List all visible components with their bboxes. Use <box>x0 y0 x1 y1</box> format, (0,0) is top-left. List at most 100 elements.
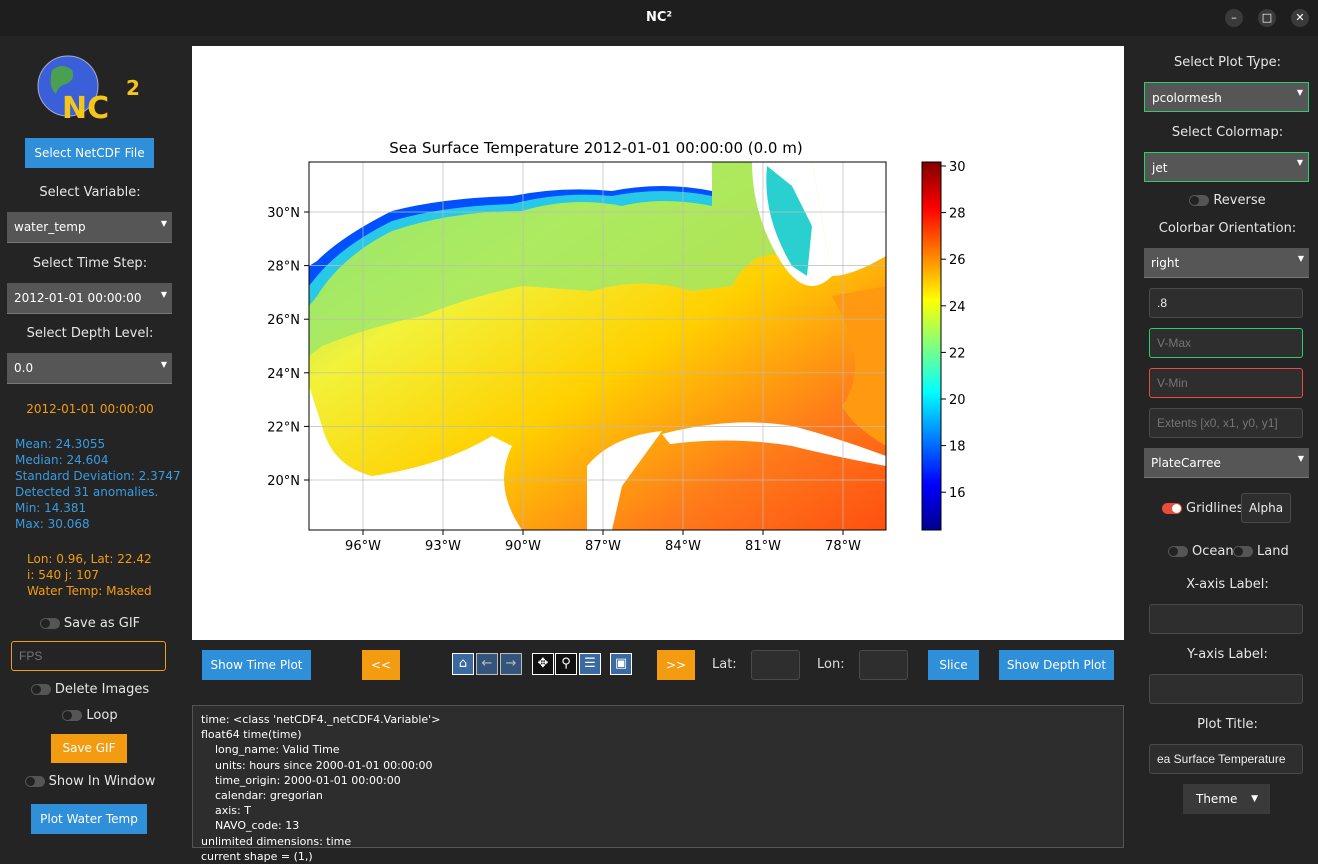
lon-tick-label: 87°W <box>585 539 621 554</box>
delete-images-label: Delete Images <box>54 682 150 697</box>
time-value: 2012-01-01 00:00:00 <box>14 291 142 305</box>
colorbar <box>921 161 942 531</box>
toggle-switch[interactable] <box>24 776 45 787</box>
toggle-switch[interactable] <box>1168 546 1188 557</box>
lat-tick-label: 26°N <box>267 313 300 328</box>
projection-value: PlateCarree <box>1151 456 1221 470</box>
save-gif-toggle[interactable]: Save as GIF <box>0 616 180 631</box>
alpha-input[interactable] <box>1149 288 1303 318</box>
dropdown-arrow-icon: ▼ <box>1297 454 1304 463</box>
close-button[interactable]: ✕ <box>1291 9 1309 27</box>
orientation-value: right <box>1151 256 1180 270</box>
show-time-plot-button[interactable]: Show Time Plot <box>202 650 311 680</box>
cursor-ij: i: 540 j: 107 <box>27 568 100 582</box>
reverse-toggle[interactable]: Reverse <box>1140 193 1315 208</box>
dropdown-arrow-icon: ▼ <box>160 360 167 369</box>
statistics: Mean: 24.3055 Median: 24.604 Standard De… <box>15 436 181 532</box>
depth-value: 0.0 <box>14 361 34 375</box>
toggle-switch[interactable] <box>1162 503 1182 514</box>
toggle-switch[interactable] <box>1189 195 1210 206</box>
lon-tick-label: 93°W <box>425 539 461 554</box>
land-toggle[interactable]: Land <box>1233 544 1289 559</box>
pan-icon[interactable]: ✥ <box>532 653 554 675</box>
configure-icon[interactable]: ☰ <box>579 653 601 675</box>
show-depth-plot-button[interactable]: Show Depth Plot <box>999 650 1114 680</box>
dropdown-arrow-icon: ▼ <box>160 290 167 299</box>
theme-label: Theme <box>1196 792 1238 806</box>
lon-input[interactable] <box>859 650 908 680</box>
gridlines-label: Gridlines <box>1186 501 1244 516</box>
vmin-input[interactable] <box>1149 368 1303 398</box>
select-depth-label: Select Depth Level: <box>26 326 154 341</box>
orientation-label: Colorbar Orientation: <box>1158 221 1297 236</box>
extents-input[interactable] <box>1149 408 1303 438</box>
sst-field <box>309 162 886 530</box>
projection-dropdown[interactable]: PlateCarree ▼ <box>1144 448 1309 478</box>
toggle-switch[interactable] <box>39 618 60 629</box>
lat-input[interactable] <box>751 650 800 680</box>
back-icon[interactable]: ← <box>476 653 498 675</box>
loop-label: Loop <box>86 708 118 723</box>
stat-std: Standard Deviation: 2.3747 <box>15 469 181 483</box>
loop-toggle[interactable]: Loop <box>0 708 180 723</box>
dropdown-arrow-icon: ▼ <box>160 219 167 228</box>
ocean-toggle[interactable]: Ocean <box>1168 544 1234 559</box>
colorbar-tick-label: 22 <box>949 346 966 361</box>
show-in-window-toggle[interactable]: Show In Window <box>0 774 180 789</box>
stat-mean: Mean: 24.3055 <box>15 437 106 451</box>
plot-title: Sea Surface Temperature 2012-01-01 00:00… <box>389 139 802 157</box>
previous-button[interactable]: << <box>362 650 400 680</box>
theme-menu-button[interactable]: Theme ▼ <box>1183 784 1270 814</box>
plot-title-label: Plot Title: <box>1197 717 1258 732</box>
lon-tick-label: 84°W <box>665 539 701 554</box>
select-variable-label: Select Variable: <box>39 185 141 200</box>
plot-water-temp-button[interactable]: Plot Water Temp <box>31 804 147 834</box>
gridlines-toggle[interactable]: Gridlines <box>1162 501 1244 516</box>
zoom-icon[interactable]: ⚲ <box>555 653 577 675</box>
select-time-label: Select Time Step: <box>32 256 148 271</box>
toggle-switch[interactable] <box>1233 546 1253 557</box>
plot-title-input[interactable] <box>1149 744 1303 774</box>
forward-icon[interactable]: → <box>500 653 522 675</box>
plot-canvas[interactable]: Sea Surface Temperature 2012-01-01 00:00… <box>192 46 1124 640</box>
delete-images-toggle[interactable]: Delete Images <box>0 682 180 697</box>
variable-info-console[interactable]: time: <class 'netCDF4._netCDF4.Variable'… <box>192 705 1124 863</box>
save-gif-button[interactable]: Save GIF <box>51 734 127 763</box>
next-button[interactable]: >> <box>657 650 695 680</box>
fps-input[interactable] <box>11 641 166 671</box>
select-netcdf-file-button[interactable]: Select NetCDF File <box>25 138 154 168</box>
xlabel-input[interactable] <box>1149 604 1303 634</box>
dropdown-arrow-icon: ▼ <box>1296 88 1303 97</box>
lat-tick-label: 30°N <box>267 206 300 221</box>
vmax-input[interactable] <box>1149 328 1303 358</box>
cursor-lonlat: Lon: 0.96, Lat: 22.42 <box>27 552 152 566</box>
ylabel-input[interactable] <box>1149 674 1303 704</box>
plot-type-value: pcolormesh <box>1152 91 1222 105</box>
depth-dropdown[interactable]: 0.0 ▼ <box>7 353 172 384</box>
dropdown-arrow-icon: ▼ <box>1296 158 1303 167</box>
variable-dropdown[interactable]: water_temp ▼ <box>7 212 172 243</box>
plot-type-dropdown[interactable]: pcolormesh ▼ <box>1144 82 1309 112</box>
lon-tick-label: 90°W <box>505 539 541 554</box>
maximize-button[interactable]: □ <box>1258 9 1276 27</box>
toggle-switch[interactable] <box>62 710 83 721</box>
lat-tick-label: 28°N <box>267 260 300 275</box>
lon-tick-label: 78°W <box>825 539 861 554</box>
toggle-switch[interactable] <box>30 684 51 695</box>
colormap-label: Select Colormap: <box>1171 125 1284 140</box>
cursor-value: Water Temp: Masked <box>27 584 152 598</box>
colorbar-tick-label: 20 <box>949 393 966 408</box>
colorbar-tick-label: 28 <box>949 207 966 222</box>
alpha-button[interactable]: Alpha <box>1241 493 1291 523</box>
minimize-button[interactable]: – <box>1225 9 1243 27</box>
orientation-dropdown[interactable]: right ▼ <box>1144 248 1309 278</box>
slice-button[interactable]: Slice <box>928 650 979 680</box>
home-icon[interactable]: ⌂ <box>452 653 474 675</box>
ocean-label: Ocean <box>1192 544 1234 559</box>
dropdown-arrow-icon: ▼ <box>1297 254 1304 263</box>
time-dropdown[interactable]: 2012-01-01 00:00:00 ▼ <box>7 283 172 314</box>
save-icon[interactable]: ▣ <box>610 653 632 675</box>
variable-value: water_temp <box>14 220 86 234</box>
colormap-dropdown[interactable]: jet ▼ <box>1144 152 1309 182</box>
current-time-label: 2012-01-01 00:00:00 <box>26 402 154 416</box>
